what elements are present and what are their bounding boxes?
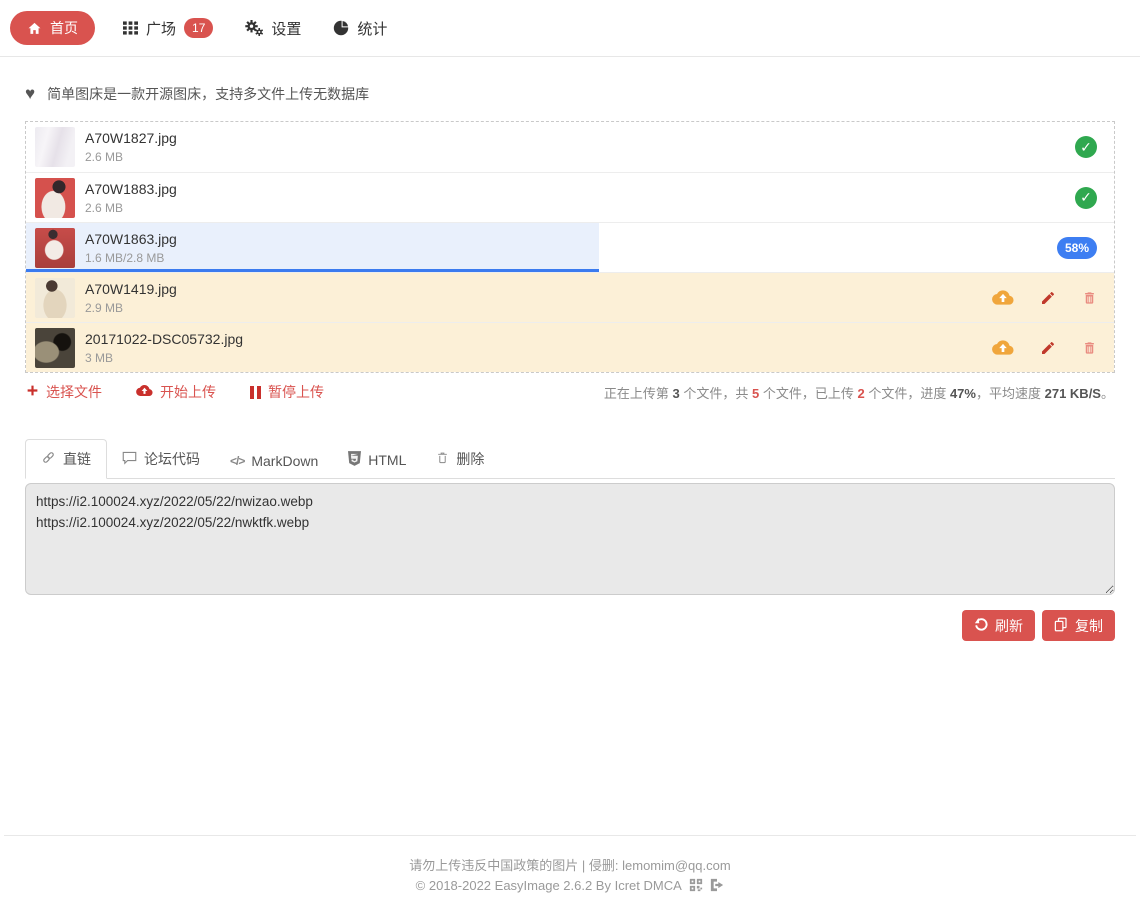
footer-notice: 请勿上传违反中国政策的图片 | 侵删: lemomim@qq.com bbox=[0, 856, 1140, 876]
file-name: A70W1883.jpg bbox=[85, 181, 177, 197]
footer: 请勿上传违反中国政策的图片 | 侵删: lemomim@qq.com © 201… bbox=[0, 835, 1140, 906]
file-size: 2.6 MB bbox=[85, 201, 177, 215]
success-check-icon: ✓ bbox=[1075, 136, 1097, 158]
nav-item-settings[interactable]: 设置 bbox=[245, 18, 301, 39]
nav-item-stats[interactable]: 统计 bbox=[333, 18, 387, 39]
file-size: 1.6 MB/2.8 MB bbox=[85, 251, 177, 265]
nav-item-home[interactable]: 首页 bbox=[10, 11, 95, 45]
gallery-count-badge: 17 bbox=[184, 18, 213, 38]
nav-item-label: 广场 bbox=[146, 18, 176, 39]
link-format-tabs: 直链 论坛代码 </> MarkDown HTML 删除 bbox=[25, 439, 1115, 479]
upload-toolbar: 选择文件 开始上传 暂停上传 正在上传第 3 个文件，共 5 个文件，已上传 2… bbox=[25, 373, 1115, 412]
nav-item-label: 首页 bbox=[50, 18, 78, 38]
file-row-pending-2: 20171022-DSC05732.jpg 3 MB bbox=[26, 322, 1114, 372]
pause-upload-button[interactable]: 暂停上传 bbox=[250, 382, 324, 402]
plus-icon bbox=[26, 384, 39, 400]
comment-icon bbox=[122, 451, 137, 468]
cloud-upload-icon[interactable] bbox=[992, 289, 1014, 306]
file-thumbnail bbox=[35, 178, 75, 218]
footer-copyright: © 2018-2022 EasyImage 2.6.2 By Icret DMC… bbox=[0, 876, 1140, 896]
file-thumbnail bbox=[35, 278, 75, 318]
sign-out-icon[interactable] bbox=[710, 878, 724, 892]
qrcode-icon[interactable] bbox=[689, 878, 703, 892]
main-content: ♥ 简单图床是一款开源图床，支持多文件上传无数据库 A70W1827.jpg 2… bbox=[0, 84, 1140, 641]
code-icon: </> bbox=[230, 454, 244, 468]
copy-button[interactable]: 复制 bbox=[1042, 610, 1115, 641]
upload-status-text: 正在上传第 3 个文件，共 5 个文件，已上传 2 个文件，进度 47%，平均速… bbox=[604, 383, 1114, 402]
site-tagline: ♥ 简单图床是一款开源图床，支持多文件上传无数据库 bbox=[25, 84, 1115, 104]
file-name: A70W1419.jpg bbox=[85, 281, 177, 297]
file-row-uploaded-2: A70W1883.jpg 2.6 MB ✓ bbox=[26, 172, 1114, 222]
link-output-textarea[interactable]: https://i2.100024.xyz/2022/05/22/nwizao.… bbox=[25, 483, 1115, 595]
tab-html[interactable]: HTML bbox=[333, 442, 421, 478]
delete-trash-icon[interactable] bbox=[1082, 290, 1097, 306]
progress-percent-badge: 58% bbox=[1057, 237, 1097, 259]
top-nav: 首页 广场 17 设置 统计 bbox=[0, 0, 1140, 57]
refresh-icon bbox=[974, 617, 988, 634]
output-actions: 刷新 复制 bbox=[25, 610, 1115, 641]
edit-pencil-icon[interactable] bbox=[1040, 340, 1056, 356]
upload-dropzone[interactable]: A70W1827.jpg 2.6 MB ✓ A70W1883.jpg 2.6 M… bbox=[25, 121, 1115, 373]
file-row-uploaded-1: A70W1827.jpg 2.6 MB ✓ bbox=[26, 122, 1114, 172]
nav-item-gallery[interactable]: 广场 17 bbox=[123, 18, 213, 39]
tagline-text: 简单图床是一款开源图床，支持多文件上传无数据库 bbox=[47, 84, 369, 104]
tab-delete[interactable]: 删除 bbox=[421, 440, 499, 478]
home-icon bbox=[27, 21, 42, 36]
file-name: A70W1863.jpg bbox=[85, 231, 177, 247]
cloud-upload-icon[interactable] bbox=[992, 339, 1014, 356]
cogs-icon bbox=[245, 20, 263, 36]
html5-icon bbox=[348, 451, 361, 469]
nav-item-label: 设置 bbox=[271, 18, 301, 39]
grid-icon bbox=[123, 21, 138, 35]
link-icon bbox=[41, 450, 56, 468]
file-thumbnail bbox=[35, 328, 75, 368]
edit-pencil-icon[interactable] bbox=[1040, 290, 1056, 306]
success-check-icon: ✓ bbox=[1075, 187, 1097, 209]
heart-icon: ♥ bbox=[25, 84, 35, 104]
tab-markdown[interactable]: </> MarkDown bbox=[215, 444, 333, 478]
trash-icon bbox=[436, 451, 449, 468]
tab-direct-link[interactable]: 直链 bbox=[25, 439, 107, 479]
pie-chart-icon bbox=[333, 20, 349, 36]
file-size: 3 MB bbox=[85, 351, 243, 365]
refresh-button[interactable]: 刷新 bbox=[962, 610, 1035, 641]
pause-icon bbox=[250, 386, 261, 399]
copy-icon bbox=[1054, 617, 1068, 635]
start-upload-button[interactable]: 开始上传 bbox=[136, 382, 216, 402]
cloud-upload-icon bbox=[136, 384, 153, 400]
file-row-pending-1: A70W1419.jpg 2.9 MB bbox=[26, 272, 1114, 322]
file-size: 2.9 MB bbox=[85, 301, 177, 315]
select-files-button[interactable]: 选择文件 bbox=[26, 382, 102, 402]
file-size: 2.6 MB bbox=[85, 150, 177, 164]
file-thumbnail bbox=[35, 228, 75, 268]
file-name: A70W1827.jpg bbox=[85, 130, 177, 146]
file-row-uploading: A70W1863.jpg 1.6 MB/2.8 MB 58% bbox=[26, 222, 1114, 272]
file-name: 20171022-DSC05732.jpg bbox=[85, 331, 243, 347]
delete-trash-icon[interactable] bbox=[1082, 340, 1097, 356]
tab-forum-code[interactable]: 论坛代码 bbox=[107, 440, 215, 478]
file-thumbnail bbox=[35, 127, 75, 167]
nav-item-label: 统计 bbox=[357, 18, 387, 39]
